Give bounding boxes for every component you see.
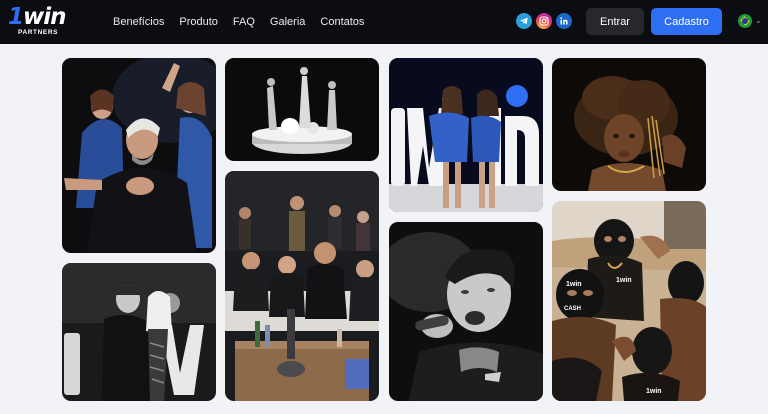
mask-logo-text: 1win bbox=[616, 277, 632, 284]
top-navbar: 1win PARTNERS Benefícios Produto FAQ Gal… bbox=[0, 0, 768, 44]
linkedin-icon[interactable] bbox=[556, 13, 572, 29]
nav-link-galeria[interactable]: Galeria bbox=[270, 0, 305, 44]
photo-women-masks[interactable]: 1win 1win CASH 1win bbox=[552, 201, 706, 401]
signup-button[interactable]: Cadastro bbox=[651, 8, 722, 35]
nav-link-contatos[interactable]: Contatos bbox=[320, 0, 364, 44]
chevron-down-icon: ⌄ bbox=[755, 16, 762, 25]
logo-subtitle: PARTNERS bbox=[18, 29, 59, 36]
photo-group-lounge[interactable] bbox=[225, 171, 379, 401]
photo-party-dj-crowd[interactable] bbox=[62, 58, 216, 253]
brazil-flag-icon bbox=[738, 14, 752, 28]
main-nav: Benefícios Produto FAQ Galeria Contatos bbox=[113, 0, 379, 44]
photo-women-blue-jackets[interactable] bbox=[389, 58, 543, 212]
logo-wordmark: 1win bbox=[8, 4, 67, 30]
nav-link-faq[interactable]: FAQ bbox=[233, 0, 255, 44]
photo-woman-portrait[interactable] bbox=[552, 58, 706, 191]
photo-stage-dancers[interactable] bbox=[225, 58, 379, 161]
brand-logo[interactable]: 1win PARTNERS bbox=[8, 4, 72, 38]
language-selector[interactable]: ⌄ bbox=[738, 14, 762, 28]
mask-logo-text: 1win bbox=[566, 281, 582, 288]
photo-couple-1win-sign[interactable] bbox=[62, 263, 216, 401]
instagram-icon[interactable] bbox=[536, 13, 552, 29]
mask-logo-text: 1win bbox=[646, 388, 662, 395]
photo-rapper-mic[interactable] bbox=[389, 222, 543, 401]
telegram-icon[interactable] bbox=[516, 13, 532, 29]
photo-gallery: 1win 1win CASH 1win bbox=[0, 44, 768, 414]
nav-link-beneficios[interactable]: Benefícios bbox=[113, 0, 164, 44]
nav-link-produto[interactable]: Produto bbox=[179, 0, 218, 44]
mask-cash-text: CASH bbox=[564, 306, 581, 312]
social-links bbox=[516, 13, 572, 29]
login-button[interactable]: Entrar bbox=[586, 8, 644, 35]
